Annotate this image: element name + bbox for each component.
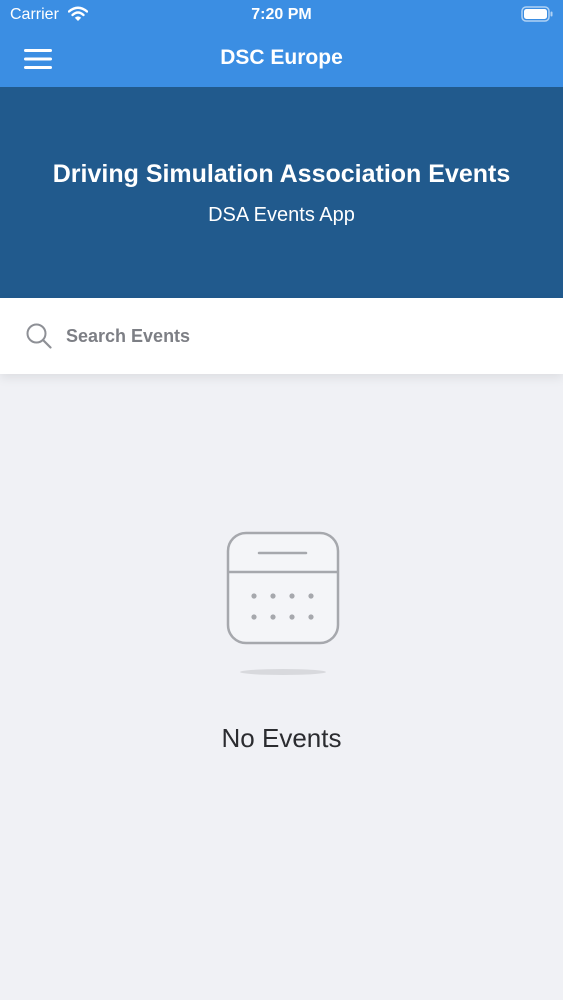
nav-title: DSC Europe [220, 46, 343, 69]
status-bar: Carrier 7:20 PM [0, 0, 563, 30]
hamburger-menu-icon [24, 49, 52, 69]
search-bar [0, 298, 563, 374]
calendar-icon [226, 531, 340, 675]
top-bar: Carrier 7:20 PM DSC Europe [0, 0, 563, 87]
empty-state-message: No Events [221, 723, 342, 753]
banner-title: Driving Simulation Association Events [52, 160, 511, 188]
banner-subtitle: DSA Events App [208, 204, 355, 226]
menu-button[interactable] [14, 42, 62, 76]
search-input[interactable] [66, 320, 536, 352]
status-time: 7:20 PM [251, 6, 312, 23]
nav-bar: DSC Europe [0, 30, 563, 87]
search-icon [26, 323, 52, 349]
hero-banner: Driving Simulation Association Events DS… [0, 87, 563, 298]
battery-icon [521, 6, 553, 22]
empty-state: No Events [0, 530, 563, 770]
